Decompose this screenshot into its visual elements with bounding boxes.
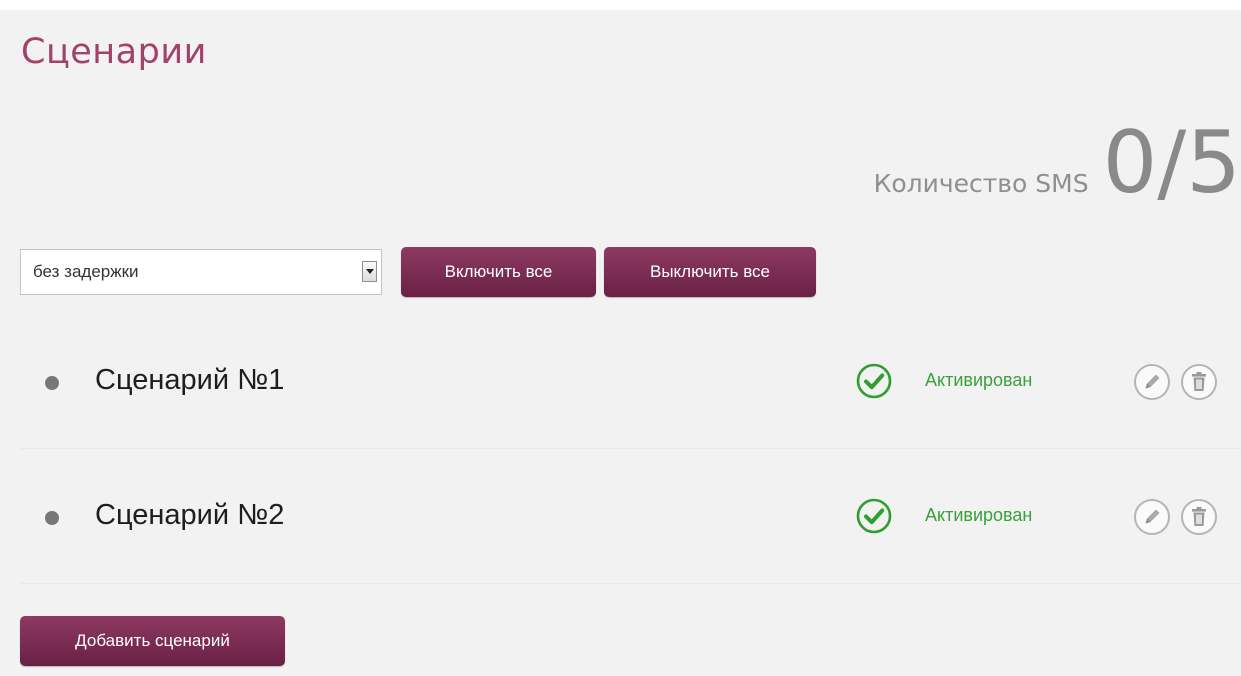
page-title: Сценарии — [21, 32, 207, 72]
toolbar: без задержки Включить все Выключить все — [20, 247, 816, 297]
edit-icon[interactable] — [1132, 497, 1172, 537]
delay-select-value: без задержки — [33, 262, 139, 281]
check-circle-icon — [856, 498, 892, 534]
add-scenario-button[interactable]: Добавить сценарий — [20, 616, 285, 666]
enable-all-button[interactable]: Включить все — [401, 247, 596, 297]
status-label: Активирован — [925, 505, 1033, 525]
scenario-row: Сценарий №1 Активирован — [20, 314, 1241, 449]
delete-icon[interactable] — [1179, 362, 1219, 402]
bullet-icon — [45, 376, 59, 390]
delete-icon[interactable] — [1179, 497, 1219, 537]
sms-counter: Количество SMS 0/5 — [874, 120, 1241, 220]
sms-counter-label: Количество SMS — [873, 169, 1089, 198]
check-circle-icon — [856, 363, 892, 399]
scenario-name[interactable]: Сценарий №2 — [95, 499, 284, 532]
status-label: Активирован — [925, 370, 1033, 390]
scenario-name[interactable]: Сценарий №1 — [95, 364, 284, 397]
scenario-row: Сценарий №2 Активирован — [20, 449, 1241, 584]
edit-icon[interactable] — [1132, 362, 1172, 402]
disable-all-button[interactable]: Выключить все — [604, 247, 816, 297]
delay-select[interactable]: без задержки — [20, 249, 382, 295]
chevron-down-icon[interactable] — [362, 261, 377, 282]
sms-counter-value: 0/5 — [1102, 113, 1241, 213]
bullet-icon — [45, 511, 59, 525]
